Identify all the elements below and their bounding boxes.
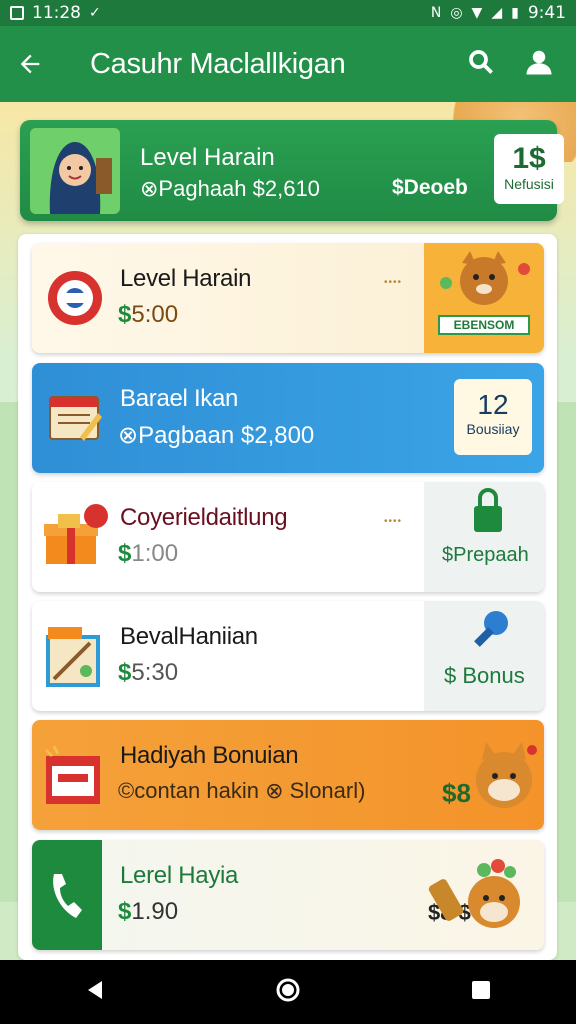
calendar-icon [40,740,110,810]
nav-recents-icon[interactable] [470,979,492,1006]
avatar [30,128,120,214]
card-subtitle: ©contan hakin ⊗ Slonarl) [118,778,366,803]
system-nav-bar [0,960,576,1024]
phone-icon [32,840,102,950]
card-amount: $1:00 [118,540,179,567]
signal-icon: ◢ [491,5,503,21]
wifi-icon: ▼ [471,5,483,21]
card-dots: •••• [384,516,403,527]
card-reward-art: EBENSOM [424,243,544,353]
profile-icon[interactable] [524,47,554,82]
card-badge-label: Bousiiay [466,421,520,437]
card-title: Barael Ikan [120,385,239,412]
card-badge[interactable]: 12 Bousiiay [454,379,532,455]
card-badge-number: 12 [477,389,509,420]
card-amount: $1.90 [118,898,179,925]
notification-icon [10,6,24,20]
reward-card[interactable]: Lerel Hayia $1.90 $8 $ [32,840,544,950]
card-amount: ⊗Pagbaan $2,800 [118,422,315,449]
reward-card[interactable]: Barael Ikan ⊗Pagbaan $2,800 12 Bousiiay [32,363,544,473]
decoration [556,402,576,902]
card-dots: •••• [384,277,403,288]
card-title: Level Harain [120,265,252,292]
target-icon [40,263,110,333]
nav-back-icon[interactable] [84,979,106,1006]
reward-card[interactable]: Coyerieldaitlung $1:00 •••• $Prepaah [32,482,544,592]
card-amount: $5:30 [118,659,179,686]
status-bar: 11:28 ✓ N ◎ ▼ ◢ ▮ 9:41 [0,0,576,26]
nfc-icon: N [430,5,442,21]
card-title: Lerel Hayia [120,862,239,889]
battery-icon: ▮ [511,5,519,21]
card-title: Hadiyah Bonuian [120,742,299,769]
app-bar: Casuhr Maclallkigan [0,26,576,102]
card-tag: EBENSOM [438,315,530,335]
app-notification-icon: ✓ [89,5,101,21]
decoration [0,402,20,902]
card-title: Coyerieldaitlung [120,504,288,531]
reward-card[interactable]: Hadiyah Bonuian ©contan hakin ⊗ Slonarl)… [32,720,544,830]
card-reward-panel [424,482,544,592]
hero-badge[interactable]: 1$ Nefusisi [494,134,564,204]
gift-icon [40,502,110,572]
status-time-right: 9:41 [527,3,566,23]
back-arrow-icon[interactable] [0,26,60,102]
card-title: BevalHaniian [120,623,258,650]
search-icon[interactable] [466,47,496,82]
hero-amount: $Deoeb [392,176,468,199]
alarm-icon: ◎ [450,5,463,21]
card-right-label: $ Bonus [444,663,525,688]
card-right-label: $Prepaah [442,544,529,566]
notebook-icon [40,383,110,453]
art-board-icon [40,621,110,691]
shiba-mascot-icon [424,720,544,830]
reward-card[interactable]: Level Harain $5:00 •••• EBENSOM [32,243,544,353]
page-title: Casuhr Maclallkigan [90,47,346,80]
nav-home-icon[interactable] [275,977,301,1008]
hero-title: Level Harain [140,144,275,171]
reward-card[interactable]: BevalHaniian $5:30 $ Bonus [32,601,544,711]
card-amount: $5:00 [118,301,179,328]
status-time-left: 11:28 [32,3,81,23]
hero-badge-label: Nefusisi [504,176,554,192]
hero-badge-number: 1$ [512,142,546,175]
hero-subtitle: ⊗Paghaah $2,610 [140,176,320,201]
card-reward-panel [424,601,544,711]
shiba-mascot-icon [424,840,544,950]
level-hero-card[interactable]: Level Harain ⊗Paghaah $2,610 $Deoeb 1$ N… [20,120,564,221]
